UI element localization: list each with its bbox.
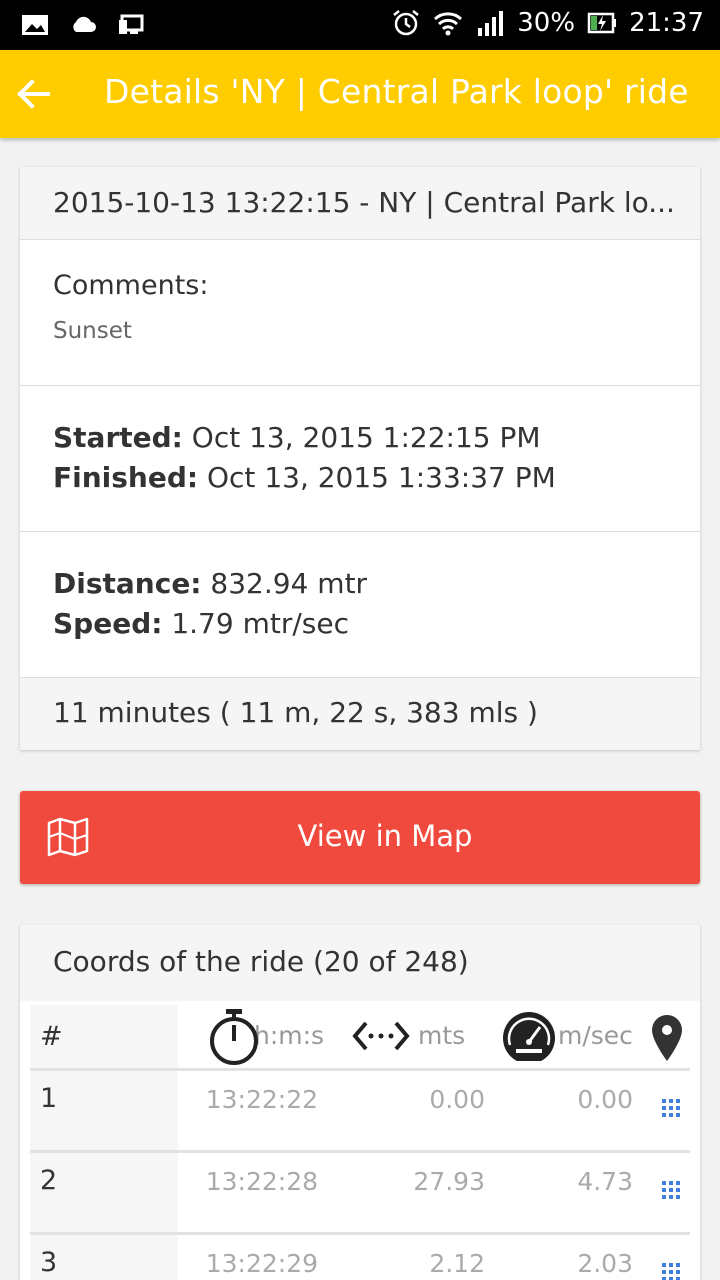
row-num: 3 <box>40 1247 58 1278</box>
finished-row: Finished: Oct 13, 2015 1:33:37 PM <box>53 461 556 494</box>
ride-card-header: 2015-10-13 13:22:15 - NY | Central Park … <box>20 167 700 240</box>
speed-row: Speed: 1.79 mtr/sec <box>53 607 349 640</box>
coords-card: Coords of the ride (20 of 248) # h:m:s m… <box>20 925 700 1280</box>
view-in-map-button[interactable]: View in Map <box>20 791 700 884</box>
row-time: 13:22:22 <box>205 1085 318 1114</box>
coords-card-header: Coords of the ride (20 of 248) <box>20 925 700 1001</box>
distance-value: 832.94 mtr <box>210 567 368 600</box>
row-num: 1 <box>40 1083 58 1114</box>
col-dist-header: mts <box>418 1021 466 1050</box>
speedometer-icon <box>503 1012 555 1061</box>
coords-title: Coords of the ride (20 of 248) <box>53 945 469 978</box>
cloud-icon <box>73 16 96 32</box>
distance-section: Distance: 832.94 mtr Speed: 1.79 mtr/sec <box>20 532 700 678</box>
signal-icon <box>478 11 504 36</box>
ride-title: 2015-10-13 13:22:15 - NY | Central Park … <box>53 186 675 219</box>
table-row[interactable]: 3 13:22:29 2.12 2.03 <box>30 1235 690 1280</box>
app-bar: Details 'NY | Central Park loop' ride <box>0 50 720 138</box>
row-dist: 0.00 <box>429 1085 485 1114</box>
row-speed: 0.00 <box>577 1085 633 1114</box>
duration-footer: 11 minutes ( 11 m, 22 s, 383 mls ) <box>20 678 700 750</box>
finished-label: Finished: <box>53 461 199 494</box>
grid-dots-icon[interactable] <box>662 1181 680 1199</box>
table-row[interactable]: 2 13:22:28 27.93 4.73 <box>30 1153 690 1235</box>
row-dist: 27.93 <box>413 1167 485 1196</box>
row-speed: 4.73 <box>577 1167 633 1196</box>
page-title: Details 'NY | Central Park loop' ride <box>104 72 689 111</box>
wifi-icon <box>434 12 463 36</box>
row-num: 2 <box>40 1165 58 1196</box>
image-icon <box>22 15 48 35</box>
comments-label: Comments: <box>53 270 209 301</box>
clock: 21:37 <box>629 8 704 38</box>
started-label: Started: <box>53 421 183 454</box>
battery-percent: 30% <box>517 8 576 38</box>
table-row[interactable]: 1 13:22:22 0.00 0.00 <box>30 1071 690 1153</box>
finished-value: Oct 13, 2015 1:33:37 PM <box>207 461 556 494</box>
started-row: Started: Oct 13, 2015 1:22:15 PM <box>53 421 541 454</box>
duration-value: 11 minutes ( 11 m, 22 s, 383 mls ) <box>53 696 538 729</box>
row-time: 13:22:29 <box>205 1249 318 1278</box>
distance-arrows-icon <box>352 1021 410 1051</box>
alarm-icon <box>393 10 420 36</box>
times-section: Started: Oct 13, 2015 1:22:15 PM Finishe… <box>20 386 700 532</box>
table-header: # h:m:s mts m/sec <box>30 1005 690 1071</box>
arrow-left-icon[interactable] <box>12 70 56 118</box>
stopwatch-icon <box>210 1009 258 1065</box>
grid-dots-icon[interactable] <box>662 1263 680 1280</box>
comments-value: Sunset <box>53 318 132 344</box>
row-dist: 2.12 <box>429 1249 485 1278</box>
location-pin-icon <box>652 1015 682 1061</box>
status-bar: 30% 21:37 <box>0 0 720 50</box>
started-value: Oct 13, 2015 1:22:15 PM <box>191 421 541 454</box>
comments-section: Comments: Sunset <box>20 240 700 386</box>
view-in-map-label: View in Map <box>297 819 473 853</box>
distance-label: Distance: <box>53 567 202 600</box>
device-icon <box>119 14 144 34</box>
speed-label: Speed: <box>53 607 163 640</box>
row-speed: 2.03 <box>577 1249 633 1278</box>
col-num-header: # <box>40 1021 63 1052</box>
row-time: 13:22:28 <box>205 1167 318 1196</box>
col-speed-header: m/sec <box>558 1021 633 1050</box>
battery-charging-icon <box>587 12 617 34</box>
grid-dots-icon[interactable] <box>662 1099 680 1117</box>
distance-row: Distance: 832.94 mtr <box>53 567 367 600</box>
speed-value: 1.79 mtr/sec <box>171 607 349 640</box>
col-time-header: h:m:s <box>254 1021 325 1050</box>
ride-details-card: 2015-10-13 13:22:15 - NY | Central Park … <box>20 167 700 750</box>
